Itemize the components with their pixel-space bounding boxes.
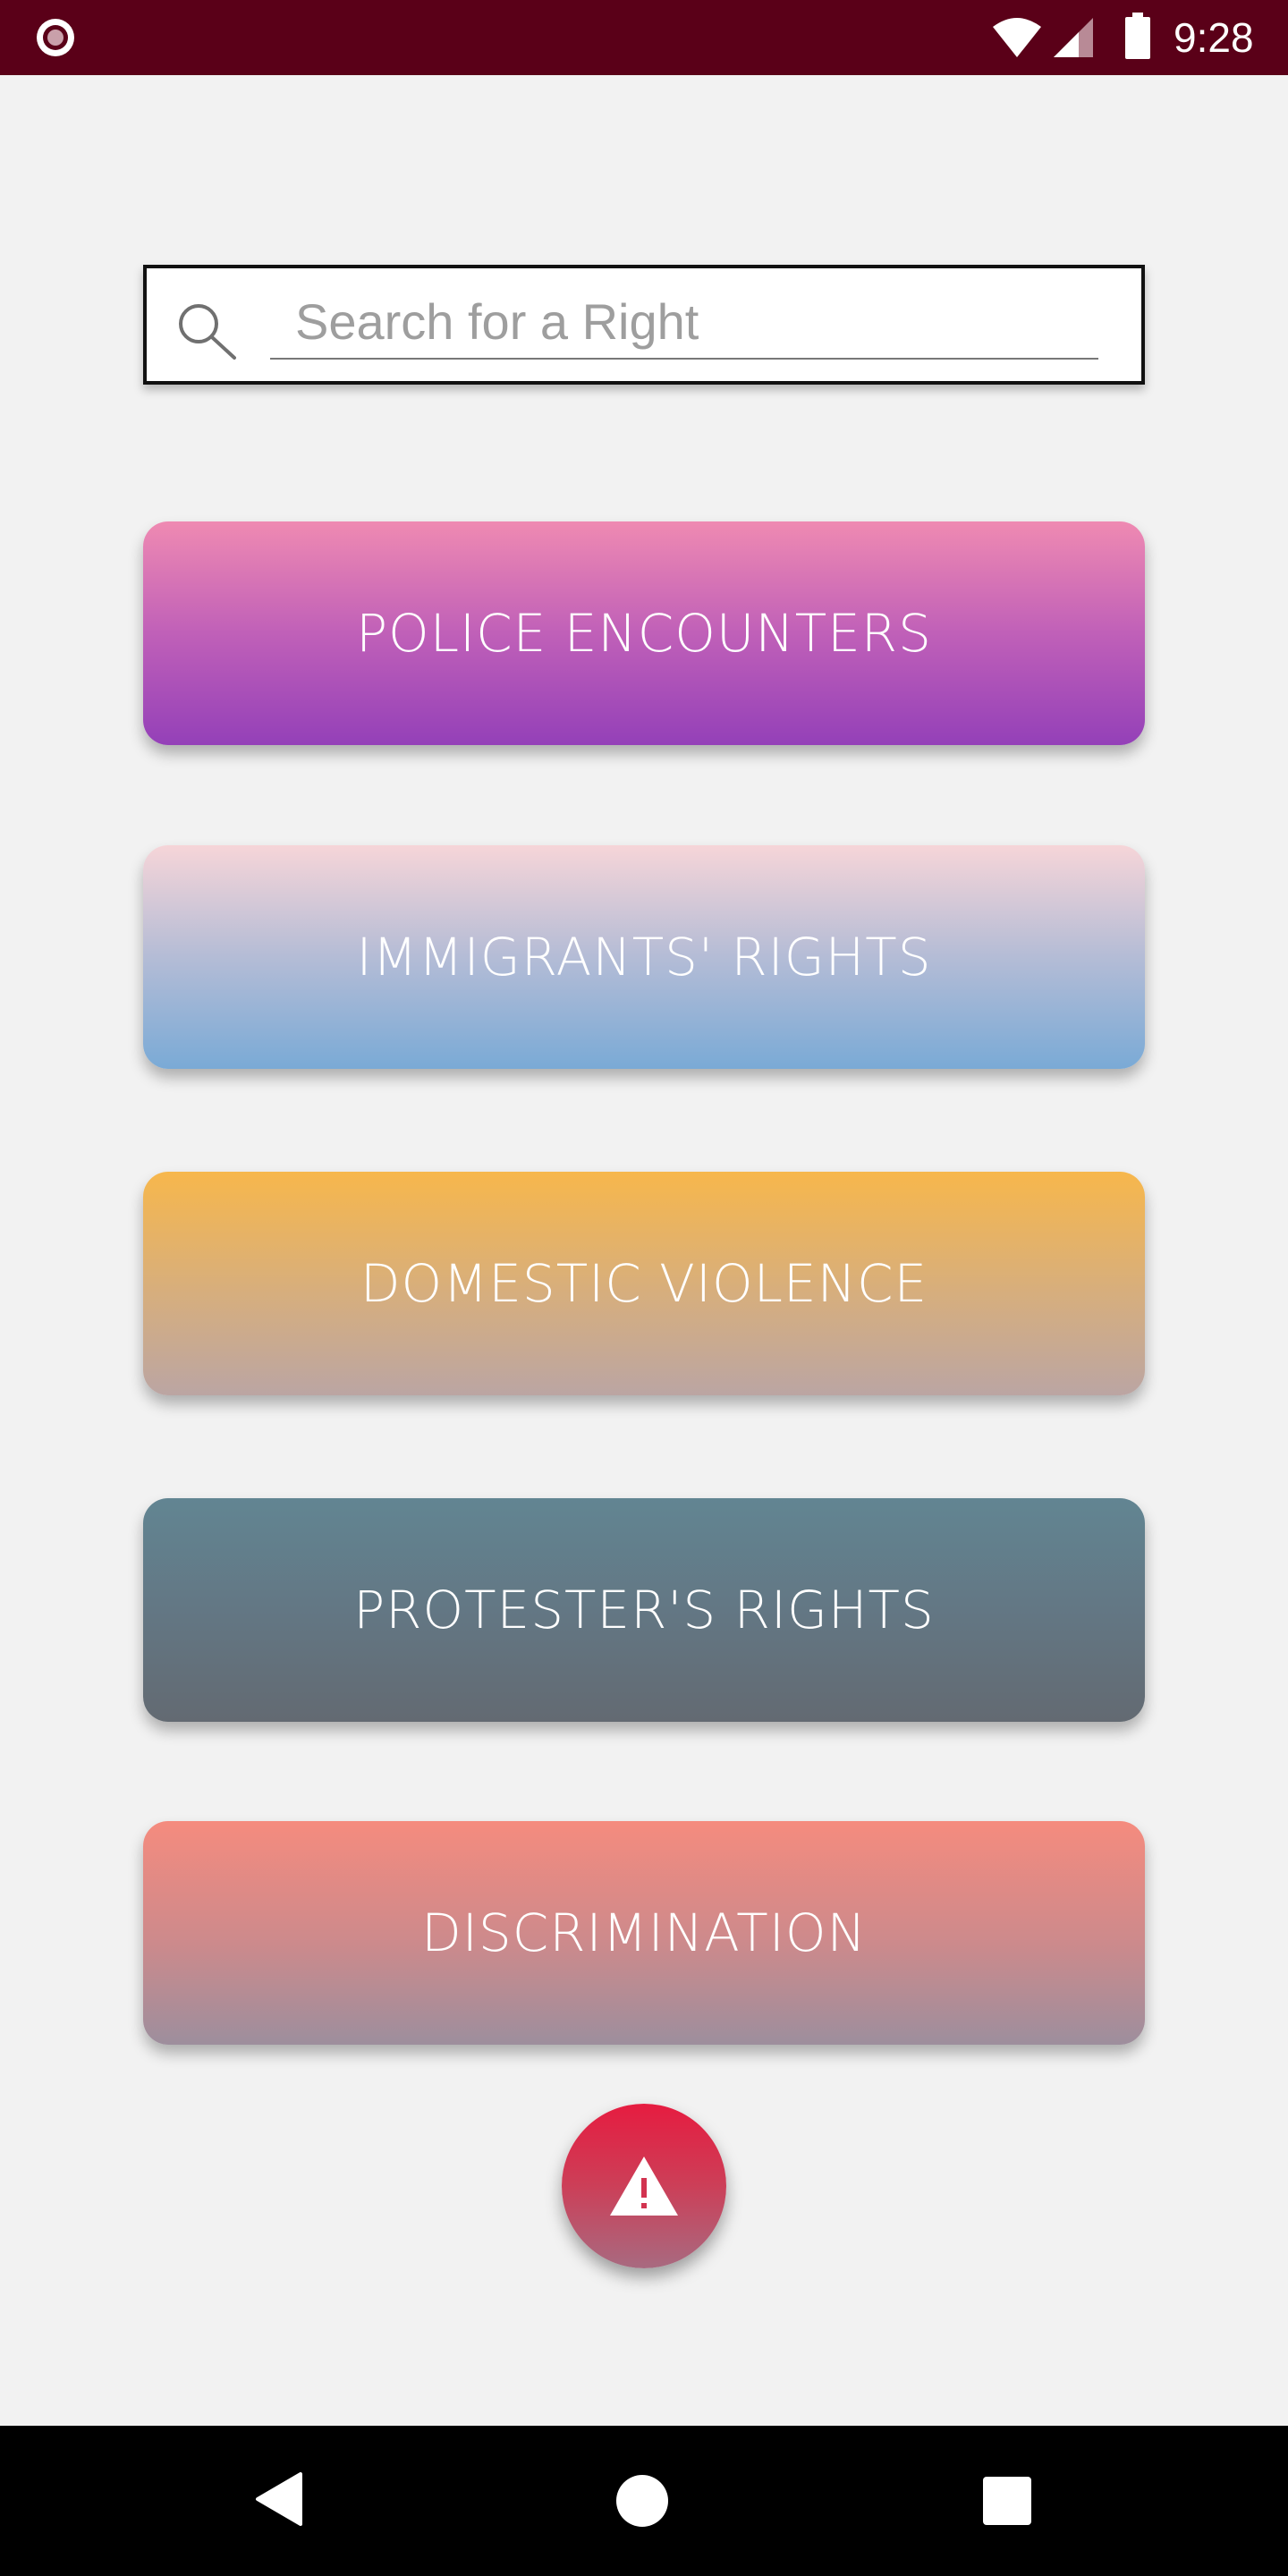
discrimination-button[interactable]: DISCRIMINATION <box>143 1821 1145 2045</box>
category-label: IMMIGRANTS' RIGHTS <box>356 927 932 987</box>
police-encounters-button[interactable]: POLICE ENCOUNTERS <box>143 521 1145 745</box>
warning-icon <box>610 2157 678 2216</box>
cell-signal-icon <box>1054 18 1093 57</box>
emergency-alert-button[interactable] <box>562 2104 726 2268</box>
status-bar: 9:28 <box>0 0 1288 75</box>
recents-square-icon[interactable] <box>982 2476 1032 2526</box>
back-triangle-icon[interactable] <box>254 2470 304 2528</box>
battery-icon <box>1125 13 1150 59</box>
wifi-icon <box>993 18 1041 57</box>
navigation-bar <box>0 2426 1288 2576</box>
search-input[interactable] <box>270 284 1098 360</box>
circle-record-icon <box>37 19 74 56</box>
status-time: 9:28 <box>1174 14 1254 61</box>
search-icon[interactable] <box>172 297 240 365</box>
category-label: PROTESTER'S RIGHTS <box>353 1580 935 1640</box>
home-circle-icon[interactable] <box>615 2474 669 2528</box>
category-label: DISCRIMINATION <box>421 1902 867 1963</box>
category-label: DOMESTIC VIOLENCE <box>360 1253 928 1314</box>
immigrants-rights-button[interactable]: IMMIGRANTS' RIGHTS <box>143 845 1145 1069</box>
domestic-violence-button[interactable]: DOMESTIC VIOLENCE <box>143 1172 1145 1395</box>
protesters-rights-button[interactable]: PROTESTER'S RIGHTS <box>143 1498 1145 1722</box>
category-label: POLICE ENCOUNTERS <box>356 603 932 664</box>
search-box[interactable] <box>143 265 1145 385</box>
